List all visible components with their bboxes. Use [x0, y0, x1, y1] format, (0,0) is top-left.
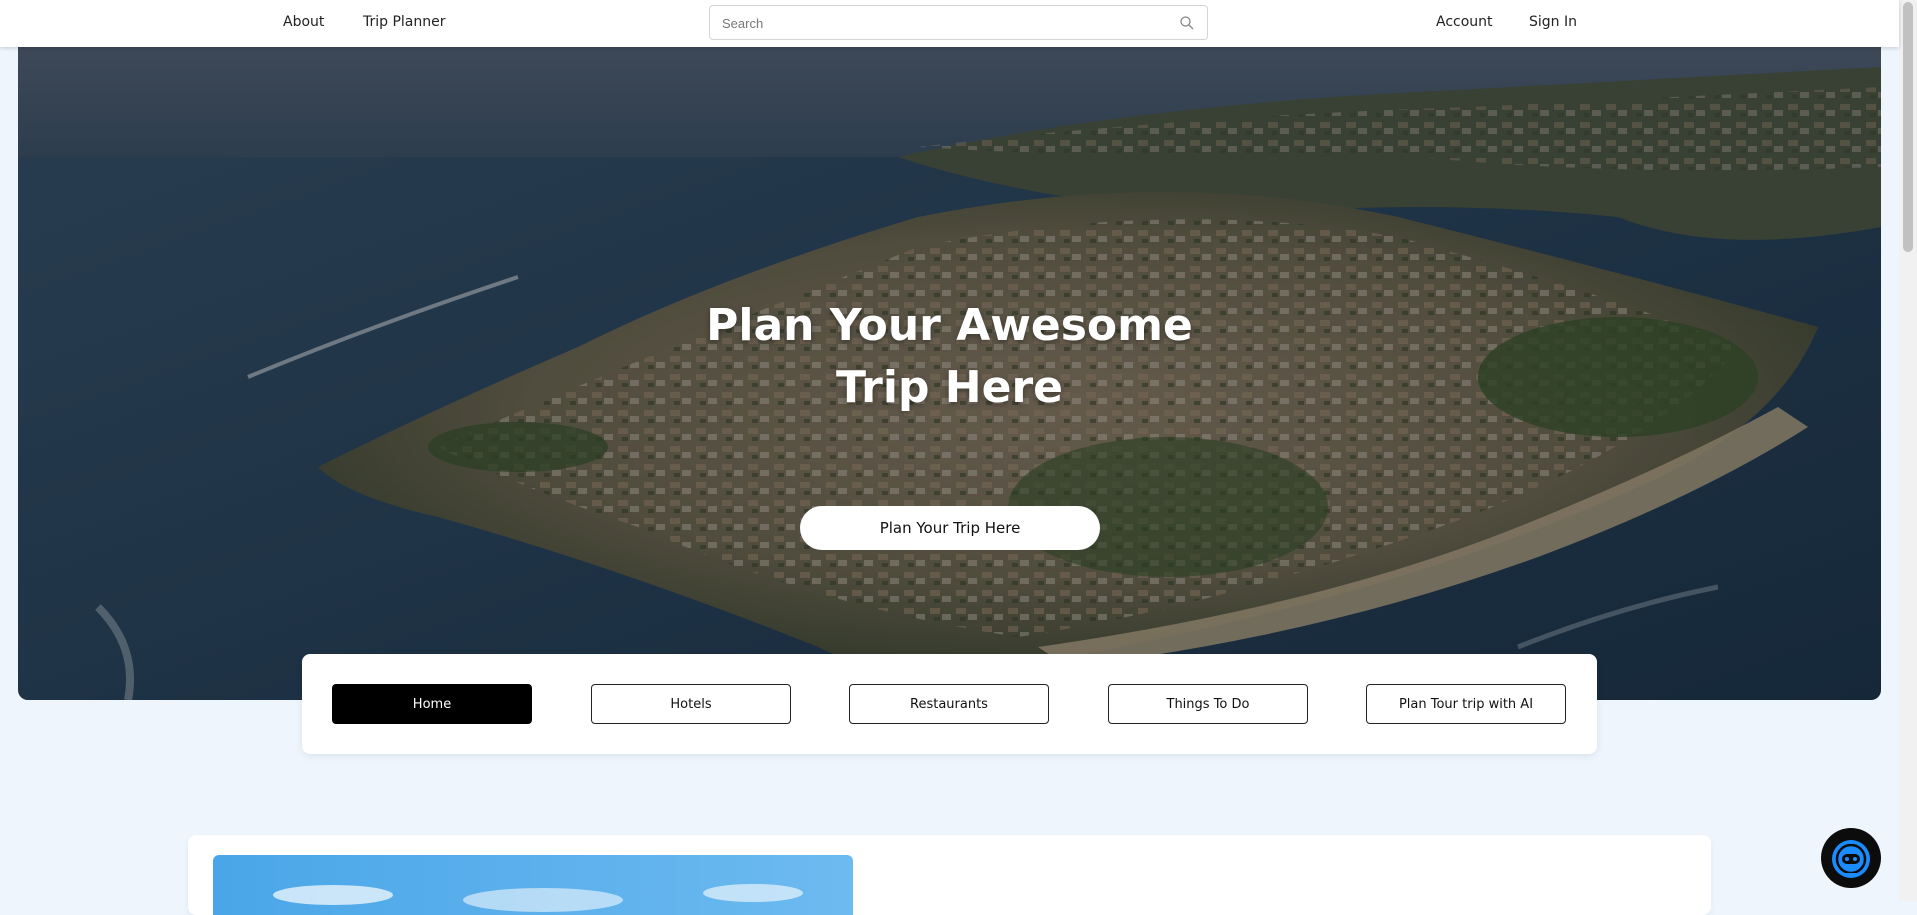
nav-account-link[interactable]: Account — [1436, 14, 1493, 30]
search-input[interactable] — [720, 6, 1164, 41]
tab-things-to-do[interactable]: Things To Do — [1108, 684, 1308, 724]
search-bar — [709, 5, 1208, 41]
chatbot-button[interactable] — [1821, 828, 1881, 888]
page-scrollbar[interactable] — [1899, 0, 1917, 901]
nav-sign-in-link[interactable]: Sign In — [1529, 14, 1577, 30]
scrollbar-thumb[interactable] — [1903, 2, 1913, 252]
tab-plan-tour-with-ai[interactable]: Plan Tour trip with AI — [1366, 684, 1566, 724]
tab-restaurants[interactable]: Restaurants — [849, 684, 1049, 724]
hero-banner: Plan Your Awesome Trip Here Plan Your Tr… — [18, 47, 1881, 700]
hero-title-line-2: Trip Here — [836, 362, 1063, 413]
hero-title-line-1: Plan Your Awesome — [706, 300, 1193, 351]
hero-title: Plan Your Awesome Trip Here — [18, 295, 1881, 419]
nav-about-link[interactable]: About — [283, 14, 324, 30]
tab-home[interactable]: Home — [332, 684, 532, 724]
plan-your-trip-button[interactable]: Plan Your Trip Here — [800, 506, 1100, 550]
nav-trip-planner-link[interactable]: Trip Planner — [363, 14, 446, 30]
top-navbar: About Trip Planner Account Sign In — [0, 0, 1899, 47]
search-icon[interactable] — [1179, 15, 1195, 31]
featured-content-card — [188, 835, 1711, 915]
robot-icon — [1832, 840, 1870, 878]
tab-hotels[interactable]: Hotels — [591, 684, 791, 724]
featured-image[interactable] — [213, 855, 853, 915]
category-tabs: Home Hotels Restaurants Things To Do Pla… — [302, 654, 1597, 754]
